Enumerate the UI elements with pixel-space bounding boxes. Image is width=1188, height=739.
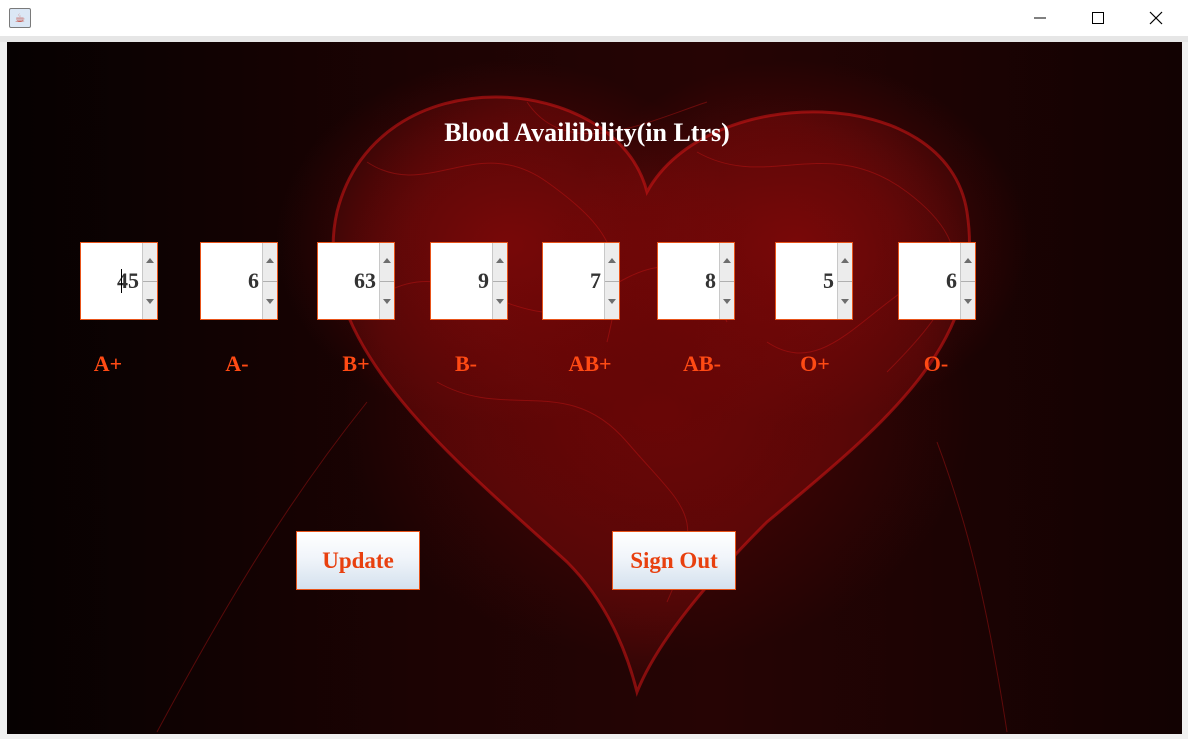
spinner-value[interactable]: 5	[776, 243, 838, 319]
arrow-down-icon	[496, 299, 504, 304]
blood-group-label: B+	[342, 351, 370, 376]
spinner-down-button[interactable]	[720, 281, 734, 319]
spinner-down-button[interactable]	[838, 281, 852, 319]
arrow-down-icon	[146, 299, 154, 304]
spinner-arrows	[604, 243, 619, 319]
blood-group-label: A+	[93, 351, 123, 376]
spinner-up-button[interactable]	[263, 243, 277, 282]
blood-group-label: AB-	[683, 351, 721, 376]
arrow-down-icon	[383, 299, 391, 304]
spinner-value[interactable]: 9	[431, 243, 493, 319]
spinner-up-button[interactable]	[380, 243, 394, 282]
close-button[interactable]	[1127, 0, 1185, 36]
spinner-up-button[interactable]	[605, 243, 619, 282]
arrow-up-icon	[266, 258, 274, 263]
spinner-arrows	[379, 243, 394, 319]
window-titlebar: ☕	[0, 0, 1188, 36]
arrow-up-icon	[723, 258, 731, 263]
spinner-down-button[interactable]	[493, 281, 507, 319]
page-title: Blood Availibility(in Ltrs)	[444, 118, 730, 147]
spinner-value[interactable]: 6	[899, 243, 961, 319]
sign-out-button[interactable]: Sign Out	[612, 531, 736, 590]
spinner-arrows	[492, 243, 507, 319]
blood-spinner-ab-neg[interactable]: 8	[657, 242, 735, 320]
minimize-icon	[1034, 17, 1046, 19]
spinner-down-button[interactable]	[143, 281, 157, 319]
blood-spinner-ab-pos[interactable]: 7	[542, 242, 620, 320]
spinner-arrows	[837, 243, 852, 319]
spinner-value[interactable]: 45	[81, 243, 143, 319]
update-button[interactable]: Update	[296, 531, 420, 590]
text-caret	[121, 269, 122, 293]
spinner-value[interactable]: 63	[318, 243, 380, 319]
blood-group-label: O-	[923, 351, 949, 376]
java-icon: ☕	[9, 8, 31, 28]
arrow-up-icon	[608, 258, 616, 263]
blood-spinner-a-pos[interactable]: 45	[80, 242, 158, 320]
blood-spinner-o-neg[interactable]: 6	[898, 242, 976, 320]
arrow-up-icon	[146, 258, 154, 263]
arrow-down-icon	[723, 299, 731, 304]
spinner-down-button[interactable]	[961, 281, 975, 319]
blood-spinner-a-neg[interactable]: 6	[200, 242, 278, 320]
spinner-value[interactable]: 8	[658, 243, 720, 319]
arrow-up-icon	[496, 258, 504, 263]
spinner-arrows	[262, 243, 277, 319]
arrow-down-icon	[608, 299, 616, 304]
arrow-down-icon	[964, 299, 972, 304]
blood-group-label: O+	[800, 351, 830, 376]
spinner-up-button[interactable]	[143, 243, 157, 282]
spinner-down-button[interactable]	[263, 281, 277, 319]
blood-spinner-b-neg[interactable]: 9	[430, 242, 508, 320]
blood-group-label: AB+	[568, 351, 612, 376]
spinner-value[interactable]: 6	[201, 243, 263, 319]
close-icon	[1149, 11, 1163, 25]
spinner-value[interactable]: 7	[543, 243, 605, 319]
arrow-down-icon	[841, 299, 849, 304]
arrow-up-icon	[841, 258, 849, 263]
spinner-up-button[interactable]	[838, 243, 852, 282]
maximize-icon	[1092, 12, 1104, 24]
arrow-up-icon	[964, 258, 972, 263]
spinner-up-button[interactable]	[493, 243, 507, 282]
spinner-up-button[interactable]	[720, 243, 734, 282]
maximize-button[interactable]	[1069, 0, 1127, 36]
blood-group-label: A-	[225, 351, 249, 376]
minimize-button[interactable]	[1011, 0, 1069, 36]
spinner-arrows	[719, 243, 734, 319]
spinner-up-button[interactable]	[961, 243, 975, 282]
arrow-down-icon	[266, 299, 274, 304]
arrow-up-icon	[383, 258, 391, 263]
spinner-arrows	[960, 243, 975, 319]
blood-spinner-b-pos[interactable]: 63	[317, 242, 395, 320]
spinner-down-button[interactable]	[605, 281, 619, 319]
blood-group-label: B-	[455, 351, 477, 376]
spinner-down-button[interactable]	[380, 281, 394, 319]
spinner-arrows	[142, 243, 157, 319]
content-panel: Blood Availibility(in Ltrs) 45 6 63 9 7	[7, 42, 1182, 734]
blood-spinner-o-pos[interactable]: 5	[775, 242, 853, 320]
